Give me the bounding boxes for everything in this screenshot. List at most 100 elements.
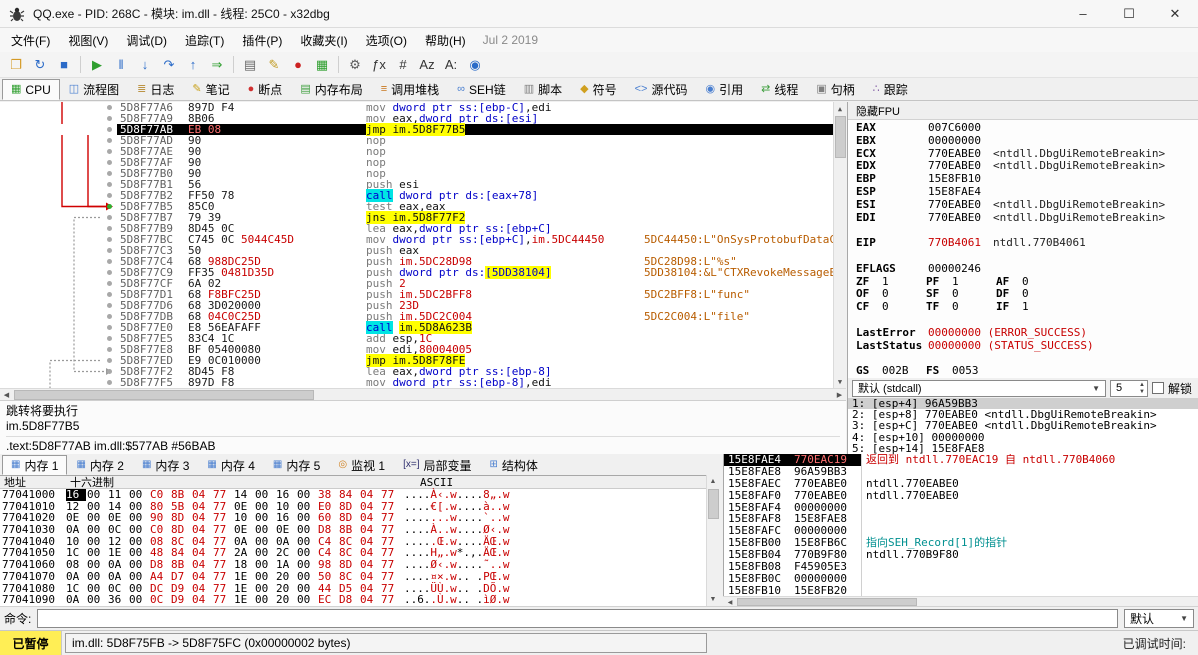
- stack-row[interactable]: 15E8FAE8 96A59BB3: [724, 465, 861, 478]
- memory-byte[interactable]: 0C: [108, 524, 128, 536]
- breakpoint-dot[interactable]: [107, 314, 112, 319]
- register-row[interactable]: EIP 770B4061 ntdll.770B4061: [856, 236, 1198, 250]
- memory-byte[interactable]: 8B: [339, 524, 359, 536]
- stack-row[interactable]: 15E8FB0C 00000000: [724, 573, 861, 585]
- argument-count-stepper[interactable]: 5 ▲ ▼: [1109, 379, 1148, 397]
- tab-trace[interactable]: ∴ 跟踪: [864, 79, 917, 100]
- step-into-icon[interactable]: ↓: [134, 54, 156, 75]
- register-row[interactable]: ESP 15E8FAE4: [856, 185, 1198, 199]
- memory-row[interactable]: 77041030 0A 00 0C 00 C0 8D 04 77 0E 00 0E 00 D8 8B 04 77…: [0, 524, 706, 536]
- memory-byte[interactable]: A4: [150, 571, 170, 583]
- calculator-icon[interactable]: ƒx: [368, 54, 390, 75]
- memory-byte[interactable]: 00: [129, 571, 149, 583]
- breakpoint-dot[interactable]: [107, 336, 112, 341]
- memory-byte[interactable]: 00: [87, 571, 107, 583]
- restart-icon[interactable]: ↻: [29, 54, 51, 75]
- memory-byte[interactable]: 00: [129, 489, 149, 501]
- run-icon[interactable]: ▶: [86, 54, 108, 75]
- memory-row[interactable]: 77041090 0A 00 36 00 0C D9 04 77 1E 00 20 00 EC D8 04 77…: [0, 594, 706, 606]
- stack-info-row[interactable]: 返回到 ntdll.770EAC19 自 ntdll.770B4060: [862, 454, 1198, 466]
- memory-byte[interactable]: 77: [213, 571, 233, 583]
- breakpoint-dot[interactable]: [107, 303, 112, 308]
- tab-threads[interactable]: ⇄ 线程: [752, 79, 807, 100]
- memory-byte[interactable]: 77: [381, 594, 401, 606]
- memory-map-icon[interactable]: ▦: [311, 54, 333, 75]
- breakpoint-dot[interactable]: [107, 193, 112, 198]
- tab-memory-2[interactable]: ▦ 内存 2: [67, 455, 132, 475]
- register-row[interactable]: LastStatus 00000000 (STATUS_SUCCESS): [856, 339, 1198, 353]
- memory-row[interactable]: 77041050 1C 00 1E 00 48 84 04 77 2A 00 2C 00 C4 8C 04 77…: [0, 547, 706, 559]
- breakpoint-dot[interactable]: [107, 281, 112, 286]
- run-to-user-code-icon[interactable]: ⇒: [206, 54, 228, 75]
- register-row[interactable]: EDI 770EABE0 <ntdll.DbgUiRemoteBreakin>: [856, 211, 1198, 225]
- hide-fpu-button[interactable]: 隐藏FPU: [848, 102, 1198, 120]
- stack-horizontal-scrollbar[interactable]: ◀: [723, 596, 1198, 606]
- stack-info-row[interactable]: ntdll.770EABE0: [862, 489, 1198, 502]
- tab-memory-1[interactable]: ▦ 内存 1: [2, 455, 68, 475]
- memory-byte[interactable]: 0E: [234, 524, 254, 536]
- tab-memory-map[interactable]: ▤ 内存布局: [291, 79, 371, 100]
- scrollbar-thumb[interactable]: [835, 116, 846, 158]
- breakpoint-dot[interactable]: [107, 149, 112, 154]
- register-row[interactable]: CF 0 TF 0 IF 1: [856, 300, 1198, 314]
- breakpoint-dot[interactable]: [107, 116, 112, 121]
- command-input[interactable]: [37, 609, 1118, 628]
- register-row[interactable]: EBP 15E8FB10: [856, 172, 1198, 186]
- memory-byte[interactable]: 1E: [234, 594, 254, 606]
- menu-item[interactable]: 调试(D): [117, 29, 176, 52]
- memory-byte[interactable]: 16: [66, 489, 86, 501]
- memory-byte[interactable]: 04: [360, 524, 380, 536]
- memory-byte[interactable]: 00: [297, 594, 317, 606]
- memory-byte[interactable]: 00: [255, 571, 275, 583]
- stack-info-row[interactable]: [862, 466, 1198, 478]
- breakpoint-dot[interactable]: [107, 237, 112, 242]
- tab-source[interactable]: <> 源代码: [626, 79, 697, 100]
- memory-row[interactable]: 77041060 08 00 0A 00 D8 8B 04 77 18 00 1A 00 98 8D 04 77…: [0, 559, 706, 571]
- breakpoint-dot[interactable]: [107, 380, 112, 385]
- menu-item[interactable]: 视图(V): [59, 29, 117, 52]
- memory-byte[interactable]: 04: [360, 489, 380, 501]
- menu-item[interactable]: 文件(F): [2, 29, 59, 52]
- memory-byte[interactable]: 04: [360, 571, 380, 583]
- stack-info-row[interactable]: ntdll.770EABE0: [862, 477, 1198, 490]
- memory-byte[interactable]: 00: [297, 571, 317, 583]
- tab-breakpoints[interactable]: ● 断点: [239, 79, 292, 100]
- breakpoint-dot[interactable]: [107, 105, 112, 110]
- calling-convention-select[interactable]: 默认 (stdcall) ▼: [852, 379, 1106, 397]
- tab-handles[interactable]: ▣ 句柄: [807, 79, 863, 100]
- register-row[interactable]: ESI 770EABE0 <ntdll.DbgUiRemoteBreakin>: [856, 198, 1198, 212]
- memory-byte[interactable]: 77: [213, 489, 233, 501]
- memory-row[interactable]: 77041020 0E 00 0E 00 90 8D 04 77 10 00 16 00 60 8D 04 77…: [0, 512, 706, 524]
- scroll-up-arrow-icon[interactable]: ▲: [707, 475, 719, 488]
- tab-memory-5[interactable]: ▦ 内存 5: [264, 455, 329, 475]
- breakpoint-dot[interactable]: [107, 171, 112, 176]
- memory-byte[interactable]: 16: [276, 489, 296, 501]
- breakpoint-dot[interactable]: [107, 127, 112, 132]
- stack-info-row[interactable]: ntdll.770B9F80: [862, 549, 1198, 561]
- menu-item[interactable]: 插件(P): [233, 29, 291, 52]
- memory-byte[interactable]: 38: [318, 489, 338, 501]
- unlock-checkbox[interactable]: [1151, 382, 1164, 394]
- tab-struct[interactable]: ⊞ 结构体: [481, 455, 547, 475]
- disassembly-vertical-scrollbar[interactable]: ▲ ▼: [833, 102, 846, 388]
- spinner-arrows-icon[interactable]: ▲ ▼: [1139, 382, 1145, 396]
- memory-byte[interactable]: 20: [276, 571, 296, 583]
- menu-item[interactable]: 收藏夹(I): [291, 29, 356, 52]
- memory-row[interactable]: 77041070 0A 00 0A 00 A4 D7 04 77 1E 00 20 00 50 8C 04 77…: [0, 571, 706, 583]
- stack-info-row[interactable]: [862, 513, 1198, 525]
- stop-icon[interactable]: ■: [53, 54, 75, 75]
- memory-byte[interactable]: 00: [87, 489, 107, 501]
- stack-info-row[interactable]: [862, 502, 1198, 514]
- scroll-down-arrow-icon[interactable]: ▼: [834, 375, 846, 388]
- tab-cpu[interactable]: ▦ CPU: [2, 79, 60, 100]
- comment-icon[interactable]: ✎: [263, 54, 285, 75]
- memory-byte[interactable]: 00: [255, 524, 275, 536]
- settings-gear-icon[interactable]: ⚙: [344, 54, 366, 75]
- breakpoint-dot[interactable]: [107, 226, 112, 231]
- pause-icon[interactable]: ‖: [110, 54, 132, 75]
- memory-byte[interactable]: 00: [297, 524, 317, 536]
- memory-byte[interactable]: 77: [213, 594, 233, 606]
- register-row[interactable]: GS 002B FS 0053: [856, 364, 1198, 378]
- tab-log[interactable]: ≣ 日志: [128, 79, 183, 100]
- memory-byte[interactable]: 04: [192, 594, 212, 606]
